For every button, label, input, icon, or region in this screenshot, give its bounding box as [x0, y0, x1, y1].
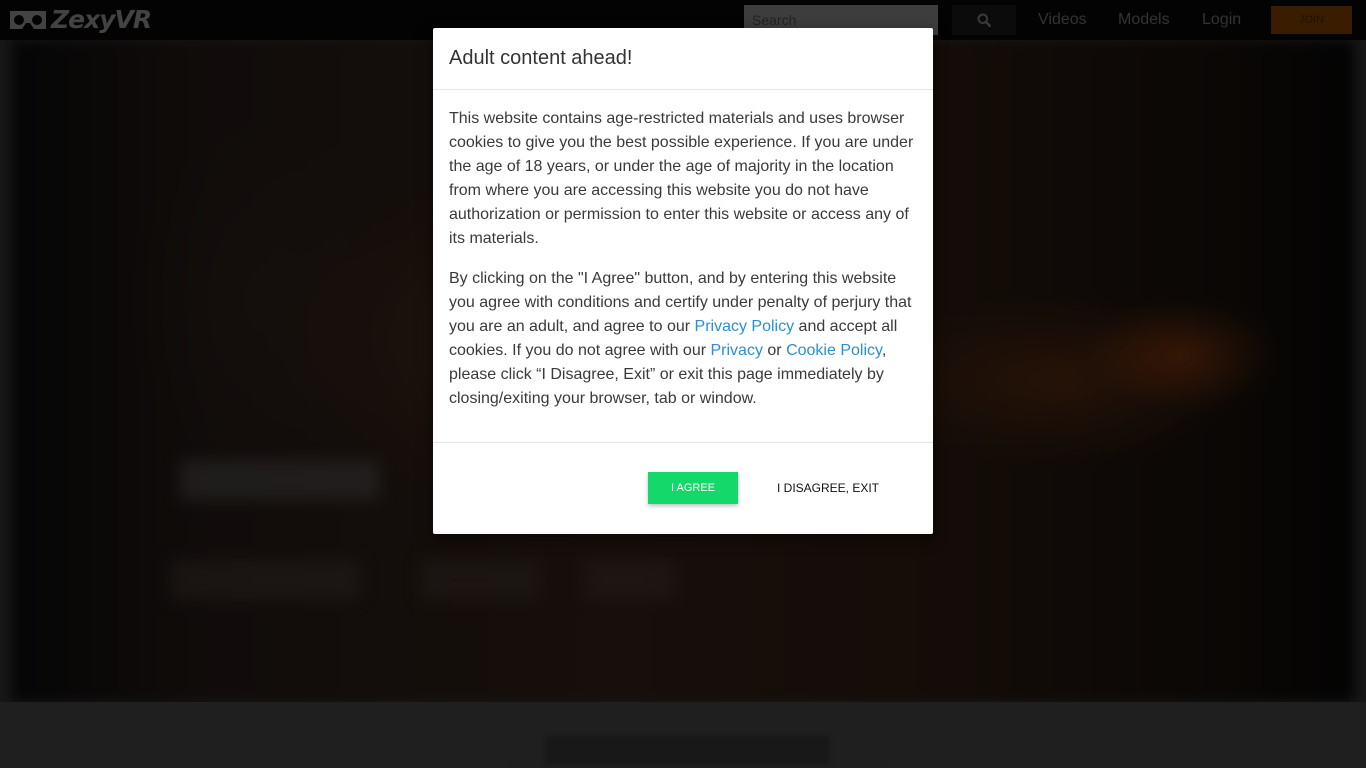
- modal-body: This website contains age-restricted mat…: [433, 90, 933, 443]
- page: ZexyVR Videos Models Login JOIN Adult co…: [0, 0, 1366, 768]
- consent-text-part: or: [762, 342, 787, 359]
- consent-text: By clicking on the "I Agree" button, and…: [449, 267, 917, 411]
- cookie-policy-link[interactable]: Cookie Policy: [786, 342, 882, 359]
- disagree-exit-button[interactable]: I DISAGREE, EXIT: [763, 472, 893, 504]
- modal-footer: I AGREE I DISAGREE, EXIT: [433, 443, 933, 533]
- modal-title: Adult content ahead!: [449, 47, 633, 69]
- privacy-policy-link[interactable]: Privacy Policy: [695, 318, 795, 335]
- privacy-link[interactable]: Privacy: [710, 342, 762, 359]
- age-warning-text: This website contains age-restricted mat…: [449, 110, 914, 247]
- age-verification-modal: Adult content ahead! This website contai…: [433, 28, 933, 534]
- agree-button[interactable]: I AGREE: [648, 472, 738, 504]
- modal-header: Adult content ahead!: [433, 28, 933, 90]
